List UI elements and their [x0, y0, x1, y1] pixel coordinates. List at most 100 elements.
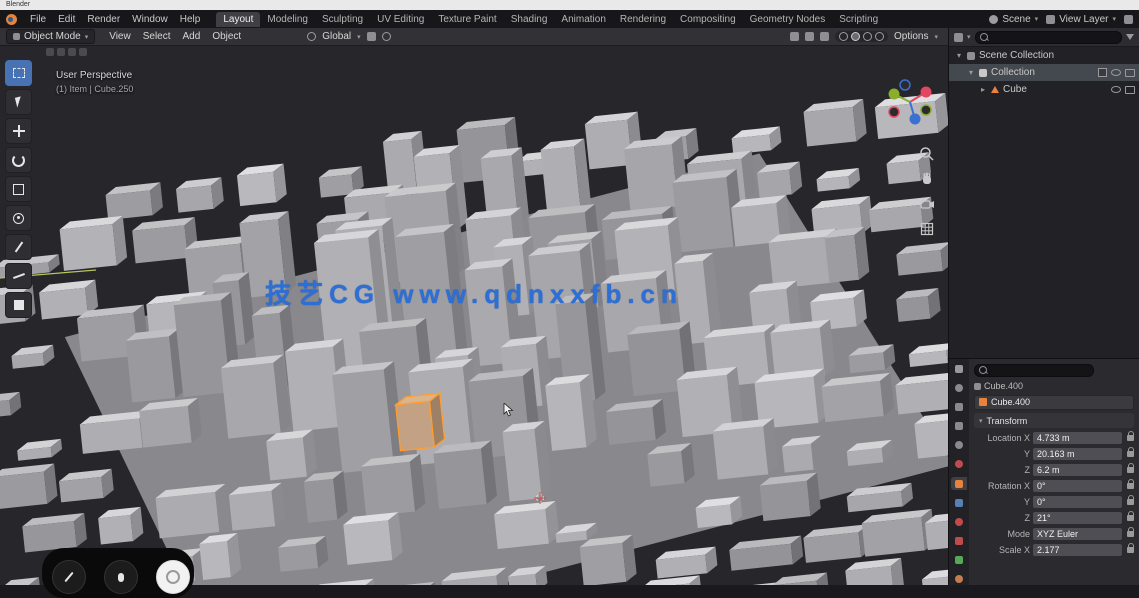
- outliner-row-collection[interactable]: ▾ Collection: [949, 64, 1139, 81]
- workspace-tab-sculpting[interactable]: Sculpting: [315, 12, 370, 27]
- hide-eye-icon[interactable]: [1111, 86, 1121, 93]
- rotate-tool-button[interactable]: [5, 147, 32, 173]
- blender-logo-icon[interactable]: [6, 14, 17, 25]
- proportional-edit-icon[interactable]: [382, 32, 391, 41]
- tab-constraints[interactable]: [951, 535, 967, 547]
- menu-file[interactable]: File: [24, 14, 52, 25]
- material-preview-icon[interactable]: [863, 32, 872, 41]
- move-tool-button[interactable]: [5, 118, 32, 144]
- show-overlays-icon[interactable]: [805, 32, 814, 41]
- workspace-tab-compositing[interactable]: Compositing: [673, 12, 743, 27]
- location-y-field[interactable]: 20.163 m: [1033, 448, 1122, 460]
- menu-edit[interactable]: Edit: [52, 14, 81, 25]
- transform-tool-button[interactable]: [5, 205, 32, 231]
- tab-scene[interactable]: [951, 439, 967, 451]
- snap-magnet-icon[interactable]: [367, 32, 376, 41]
- tab-render[interactable]: [951, 382, 967, 394]
- options-dropdown[interactable]: Options: [894, 31, 928, 42]
- workspace-tab-uv-editing[interactable]: UV Editing: [370, 12, 431, 27]
- workspace-tab-geometry-nodes[interactable]: Geometry Nodes: [743, 12, 833, 27]
- workspace-tab-rendering[interactable]: Rendering: [613, 12, 673, 27]
- pan-hand-icon[interactable]: [919, 171, 935, 187]
- editor-settings-icon[interactable]: [1124, 15, 1133, 24]
- scale-tool-button[interactable]: [5, 176, 32, 202]
- annotate-tool-button[interactable]: [5, 234, 32, 260]
- workspace-tab-shading[interactable]: Shading: [504, 12, 555, 27]
- transform-section-header[interactable]: ▾ Transform: [974, 413, 1134, 428]
- cursor-tool-button[interactable]: [5, 89, 32, 115]
- tab-view-layer[interactable]: [951, 420, 967, 432]
- add-cube-tool-button[interactable]: [5, 292, 32, 318]
- recorder-pen-button[interactable]: [52, 560, 86, 594]
- exclude-checkbox-icon[interactable]: [1098, 68, 1107, 77]
- zoom-icon[interactable]: [919, 146, 935, 162]
- editor-type-icon[interactable]: [954, 33, 963, 42]
- rotation-y-field[interactable]: 0°: [1033, 496, 1122, 508]
- tab-output[interactable]: [951, 401, 967, 413]
- properties-search[interactable]: [974, 364, 1094, 377]
- wireframe-shading-icon[interactable]: [839, 32, 848, 41]
- menu-window[interactable]: Window: [126, 14, 174, 25]
- workspace-tab-scripting[interactable]: Scripting: [832, 12, 885, 27]
- lock-icon[interactable]: [1127, 451, 1134, 457]
- x-ray-toggle-icon[interactable]: [820, 32, 829, 41]
- rotation-z-field[interactable]: 21°: [1033, 512, 1122, 524]
- recorder-mic-button[interactable]: [104, 560, 138, 594]
- tab-physics[interactable]: [951, 516, 967, 528]
- rotation-x-field[interactable]: 0°: [1033, 480, 1122, 492]
- render-camera-icon[interactable]: [1125, 69, 1135, 77]
- lock-icon[interactable]: [1127, 435, 1134, 441]
- lock-icon[interactable]: [1127, 483, 1134, 489]
- location-z-field[interactable]: 6.2 m: [1033, 464, 1122, 476]
- tab-tool[interactable]: [951, 363, 967, 375]
- lock-icon[interactable]: [1127, 531, 1134, 537]
- tool-option-icon[interactable]: [57, 48, 65, 56]
- rotation-mode-field[interactable]: XYZ Euler: [1033, 528, 1122, 540]
- lock-icon[interactable]: [1127, 467, 1134, 473]
- lock-icon[interactable]: [1127, 515, 1134, 521]
- disclosure-icon[interactable]: ▾: [967, 68, 975, 77]
- outliner-row-scene-collection[interactable]: ▾ Scene Collection: [949, 47, 1139, 64]
- workspace-tab-layout[interactable]: Layout: [216, 12, 260, 27]
- outliner-row-cube[interactable]: ▸ Cube: [949, 81, 1139, 98]
- rendered-shading-icon[interactable]: [875, 32, 884, 41]
- grid-ortho-icon[interactable]: [919, 221, 935, 237]
- tab-world[interactable]: [951, 458, 967, 470]
- viewport-menu-view[interactable]: View: [103, 31, 137, 42]
- menu-help[interactable]: Help: [174, 14, 207, 25]
- tab-object-data[interactable]: [951, 554, 967, 566]
- recorder-stop-button[interactable]: [156, 560, 190, 594]
- lock-icon[interactable]: [1127, 547, 1134, 553]
- workspace-tab-texture-paint[interactable]: Texture Paint: [431, 12, 503, 27]
- lock-icon[interactable]: [1127, 499, 1134, 505]
- scale-x-field[interactable]: 2.177: [1033, 544, 1122, 556]
- disclosure-icon[interactable]: ▸: [979, 85, 987, 94]
- hide-eye-icon[interactable]: [1111, 69, 1121, 76]
- menu-render[interactable]: Render: [81, 14, 126, 25]
- workspace-tab-modeling[interactable]: Modeling: [260, 12, 315, 27]
- scene-selector[interactable]: Scene ▾: [989, 14, 1038, 25]
- solid-shading-icon[interactable]: [851, 32, 860, 41]
- viewport-menu-object[interactable]: Object: [206, 31, 247, 42]
- tool-option-icon[interactable]: [79, 48, 87, 56]
- tool-option-icon[interactable]: [68, 48, 76, 56]
- viewport-menu-add[interactable]: Add: [177, 31, 207, 42]
- viewport-menu-select[interactable]: Select: [137, 31, 177, 42]
- camera-view-icon[interactable]: [919, 196, 935, 212]
- tab-material[interactable]: [951, 573, 967, 585]
- disclosure-icon[interactable]: ▾: [955, 51, 963, 60]
- view-layer-selector[interactable]: View Layer ▾: [1046, 14, 1116, 25]
- filter-funnel-icon[interactable]: [1126, 34, 1134, 40]
- navigation-gizmo[interactable]: [882, 74, 938, 135]
- orientation-dropdown[interactable]: Global: [322, 31, 351, 42]
- location-x-field[interactable]: 4.733 m: [1033, 432, 1122, 444]
- workspace-tab-animation[interactable]: Animation: [554, 12, 612, 27]
- render-camera-icon[interactable]: [1125, 86, 1135, 94]
- show-gizmo-icon[interactable]: [790, 32, 799, 41]
- outliner-search[interactable]: [975, 31, 1122, 44]
- 3d-viewport[interactable]: Object Mode ▾ View Select Add Object Glo…: [0, 28, 948, 585]
- object-name-field[interactable]: Cube.400: [974, 395, 1134, 410]
- measure-tool-button[interactable]: [5, 263, 32, 289]
- mode-dropdown[interactable]: Object Mode ▾: [6, 29, 95, 44]
- box-select-tool-button[interactable]: [5, 60, 32, 86]
